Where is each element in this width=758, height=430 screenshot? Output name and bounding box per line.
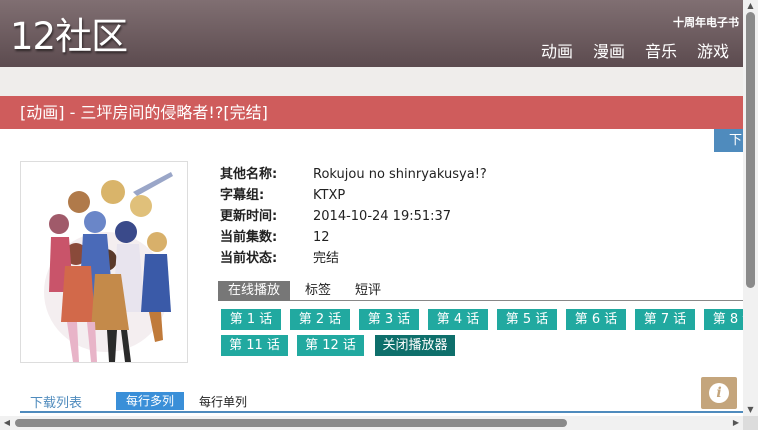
- episode-list: 第 1 话 第 2 话 第 3 话 第 4 话 第 5 话 第 6 话 第 7 …: [221, 309, 743, 357]
- page: 12社区 十周年电子书 动画 漫画 音乐 游戏 [动画] - 三坪房间的侵略者!…: [0, 0, 758, 430]
- multi-column-toggle[interactable]: 每行多列: [116, 392, 184, 410]
- episode-button[interactable]: 第 4 话: [428, 309, 488, 330]
- site-header: 12社区 十周年电子书 动画 漫画 音乐 游戏: [0, 0, 743, 67]
- scroll-right-icon[interactable]: ▶: [730, 416, 742, 430]
- single-column-toggle[interactable]: 每行单列: [199, 393, 247, 410]
- episode-button[interactable]: 第 5 话: [497, 309, 557, 330]
- download-list-label[interactable]: 下载列表: [30, 392, 82, 411]
- close-player-button[interactable]: 关闭播放器: [375, 335, 455, 356]
- nav-item-music[interactable]: 音乐: [645, 38, 677, 62]
- info-value: 12: [313, 230, 330, 245]
- info-row-episodes: 当前集数: 12: [220, 226, 487, 247]
- scrollbar-corner: [743, 416, 758, 430]
- info-icon: i: [709, 383, 729, 403]
- scroll-down-icon[interactable]: ▼: [743, 404, 758, 416]
- info-value: 完结: [313, 251, 340, 266]
- info-label: 字幕组:: [220, 188, 265, 203]
- vertical-scroll-thumb[interactable]: [746, 12, 755, 288]
- episode-button[interactable]: 第 8 话: [704, 309, 743, 330]
- tab-reviews[interactable]: 短评: [355, 281, 381, 301]
- info-label: 当前状态:: [220, 251, 278, 266]
- episode-button[interactable]: 第 1 话: [221, 309, 281, 330]
- info-label: 其他名称:: [220, 167, 278, 182]
- vertical-scrollbar[interactable]: ▲ ▼: [743, 0, 758, 416]
- nav-item-games[interactable]: 游戏: [697, 38, 729, 62]
- nav-item-manga[interactable]: 漫画: [593, 38, 625, 62]
- scroll-left-icon[interactable]: ◀: [1, 416, 13, 430]
- info-value: Rokujou no shinryakusya!?: [313, 167, 487, 182]
- scroll-up-icon[interactable]: ▲: [743, 0, 758, 12]
- ebook-link[interactable]: 十周年电子书: [673, 14, 739, 30]
- horizontal-scroll-thumb[interactable]: [15, 419, 567, 427]
- info-value: KTXP: [313, 188, 346, 203]
- main-nav: 动画 漫画 音乐 游戏: [541, 38, 729, 62]
- episode-button[interactable]: 第 12 话: [297, 335, 364, 356]
- info-row-updated: 更新时间: 2014-10-24 19:51:37: [220, 205, 487, 226]
- info-row-subgroup: 字幕组: KTXP: [220, 184, 487, 205]
- info-button[interactable]: i: [701, 377, 737, 409]
- nav-item-anime[interactable]: 动画: [541, 38, 573, 62]
- anime-cover-illustration: [21, 162, 187, 362]
- horizontal-scrollbar[interactable]: ◀ ▶: [0, 416, 743, 430]
- download-list-divider: [20, 411, 743, 413]
- info-panel: 其他名称: Rokujou no shinryakusya!? 字幕组: KTXP …: [220, 163, 487, 268]
- info-label: 更新时间:: [220, 209, 278, 224]
- episode-button[interactable]: 第 7 话: [635, 309, 695, 330]
- info-row-status: 当前状态: 完结: [220, 247, 487, 268]
- tab-tags[interactable]: 标签: [305, 281, 331, 301]
- site-logo[interactable]: 12社区: [10, 12, 128, 62]
- info-value: 2014-10-24 19:51:37: [313, 209, 452, 224]
- episode-button[interactable]: 第 2 话: [290, 309, 350, 330]
- detail-tabs: 在线播放 标签 短评: [218, 281, 743, 301]
- download-tab[interactable]: 下: [714, 129, 743, 152]
- episode-button[interactable]: 第 6 话: [566, 309, 626, 330]
- tab-online-play[interactable]: 在线播放: [218, 281, 291, 301]
- cover-image: [20, 161, 188, 363]
- info-row-alt-name: 其他名称: Rokujou no shinryakusya!?: [220, 163, 487, 184]
- header-band: [0, 67, 743, 96]
- page-title: [动画] - 三坪房间的侵略者!?[完结]: [0, 96, 743, 129]
- info-label: 当前集数:: [220, 230, 278, 245]
- episode-button[interactable]: 第 3 话: [359, 309, 419, 330]
- episode-button[interactable]: 第 11 话: [221, 335, 288, 356]
